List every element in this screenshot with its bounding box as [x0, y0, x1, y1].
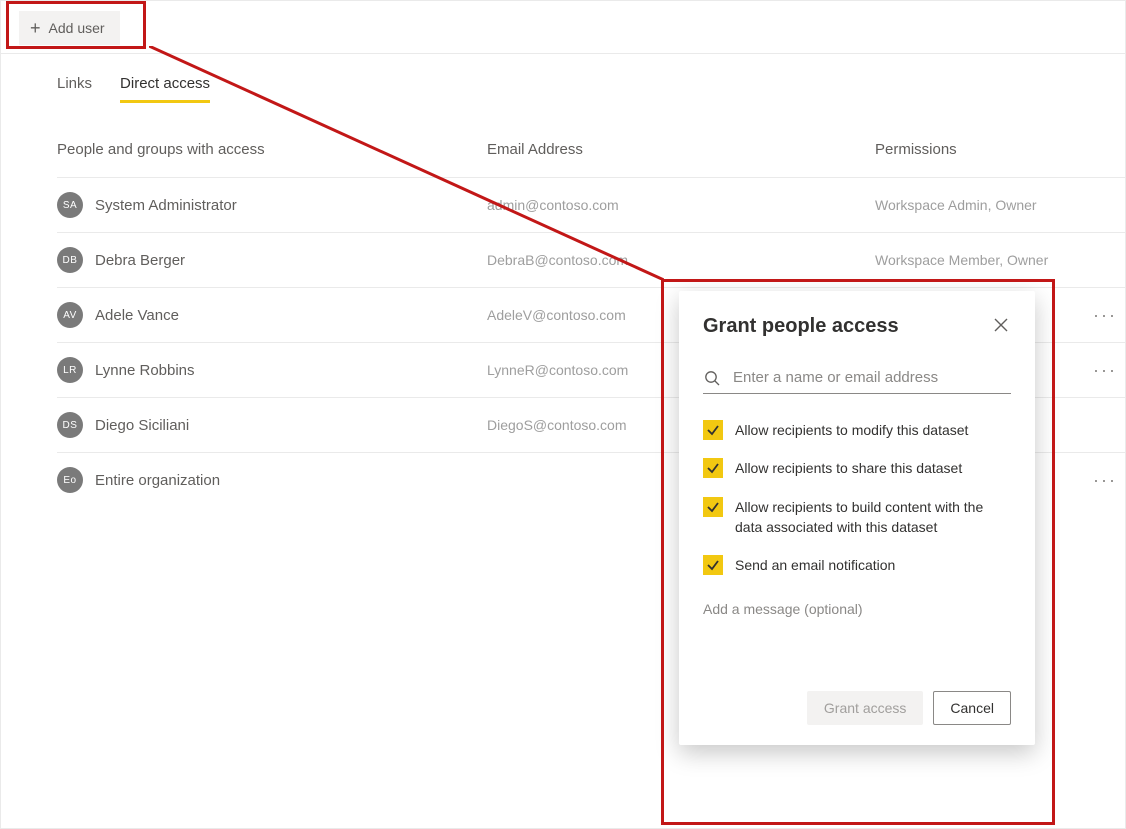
check-send-email[interactable]: Send an email notification: [703, 555, 1011, 575]
dialog-buttons: Grant access Cancel: [703, 691, 1011, 725]
check-allow-modify[interactable]: Allow recipients to modify this dataset: [703, 420, 1011, 440]
column-headers: People and groups with access Email Addr…: [57, 141, 1105, 158]
col-permissions: Permissions: [875, 141, 1065, 158]
add-user-button[interactable]: Add user: [19, 11, 120, 45]
checkbox-icon: [703, 458, 723, 478]
add-user-label: Add user: [49, 20, 105, 36]
search-icon: [703, 369, 721, 387]
tabs: Links Direct access: [57, 75, 210, 103]
person-cell: DS Diego Siciliani: [57, 412, 487, 438]
person-name: Lynne Robbins: [95, 362, 195, 379]
dialog-title: Grant people access: [703, 315, 899, 338]
table-row: SA System Administrator admin@contoso.co…: [57, 177, 1125, 232]
person-name: Entire organization: [95, 472, 220, 489]
table-row: DB Debra Berger DebraB@contoso.com Works…: [57, 232, 1125, 287]
message-textarea[interactable]: Add a message (optional): [703, 601, 1011, 647]
checkbox-icon: [703, 420, 723, 440]
col-email: Email Address: [487, 141, 875, 158]
avatar: LR: [57, 357, 83, 383]
row-more-button[interactable]: ···: [1085, 305, 1125, 326]
message-placeholder: Add a message (optional): [703, 601, 863, 617]
row-more-button[interactable]: ···: [1085, 360, 1125, 381]
name-email-input[interactable]: [731, 368, 1011, 387]
avatar: DS: [57, 412, 83, 438]
permissions-cell: Workspace Admin, Owner: [875, 197, 1085, 213]
person-cell: AV Adele Vance: [57, 302, 487, 328]
person-cell: DB Debra Berger: [57, 247, 487, 273]
grant-access-button[interactable]: Grant access: [807, 691, 923, 725]
check-label: Allow recipients to modify this dataset: [735, 420, 968, 440]
email-cell: DebraB@contoso.com: [487, 252, 875, 268]
dialog-options: Allow recipients to modify this dataset …: [703, 420, 1011, 575]
email-cell: admin@contoso.com: [487, 197, 875, 213]
avatar: Eo: [57, 467, 83, 493]
check-label: Allow recipients to build content with t…: [735, 497, 1011, 538]
check-label: Allow recipients to share this dataset: [735, 458, 962, 478]
person-name: Adele Vance: [95, 307, 179, 324]
toolbar-divider: [1, 53, 1125, 54]
name-email-field[interactable]: [703, 368, 1011, 394]
person-name: Debra Berger: [95, 252, 185, 269]
grant-access-dialog: Grant people access Allow recipients to …: [679, 291, 1035, 745]
avatar: DB: [57, 247, 83, 273]
dialog-header: Grant people access: [703, 315, 1011, 338]
page-root: Add user Links Direct access People and …: [0, 0, 1126, 829]
check-allow-share[interactable]: Allow recipients to share this dataset: [703, 458, 1011, 478]
person-cell: SA System Administrator: [57, 192, 487, 218]
checkbox-icon: [703, 497, 723, 517]
cancel-button[interactable]: Cancel: [933, 691, 1011, 725]
person-cell: Eo Entire organization: [57, 467, 487, 493]
avatar: SA: [57, 192, 83, 218]
person-cell: LR Lynne Robbins: [57, 357, 487, 383]
tab-direct-access[interactable]: Direct access: [120, 75, 210, 103]
check-allow-build[interactable]: Allow recipients to build content with t…: [703, 497, 1011, 538]
avatar: AV: [57, 302, 83, 328]
tab-links[interactable]: Links: [57, 75, 92, 103]
checkbox-icon: [703, 555, 723, 575]
dialog-close-button[interactable]: [991, 315, 1011, 335]
close-icon: [993, 317, 1009, 333]
permissions-cell: Workspace Member, Owner: [875, 252, 1085, 268]
person-name: System Administrator: [95, 197, 237, 214]
row-more-button[interactable]: ···: [1085, 470, 1125, 491]
plus-icon: [30, 19, 41, 37]
col-people: People and groups with access: [57, 141, 487, 158]
person-name: Diego Siciliani: [95, 417, 189, 434]
check-label: Send an email notification: [735, 555, 895, 575]
